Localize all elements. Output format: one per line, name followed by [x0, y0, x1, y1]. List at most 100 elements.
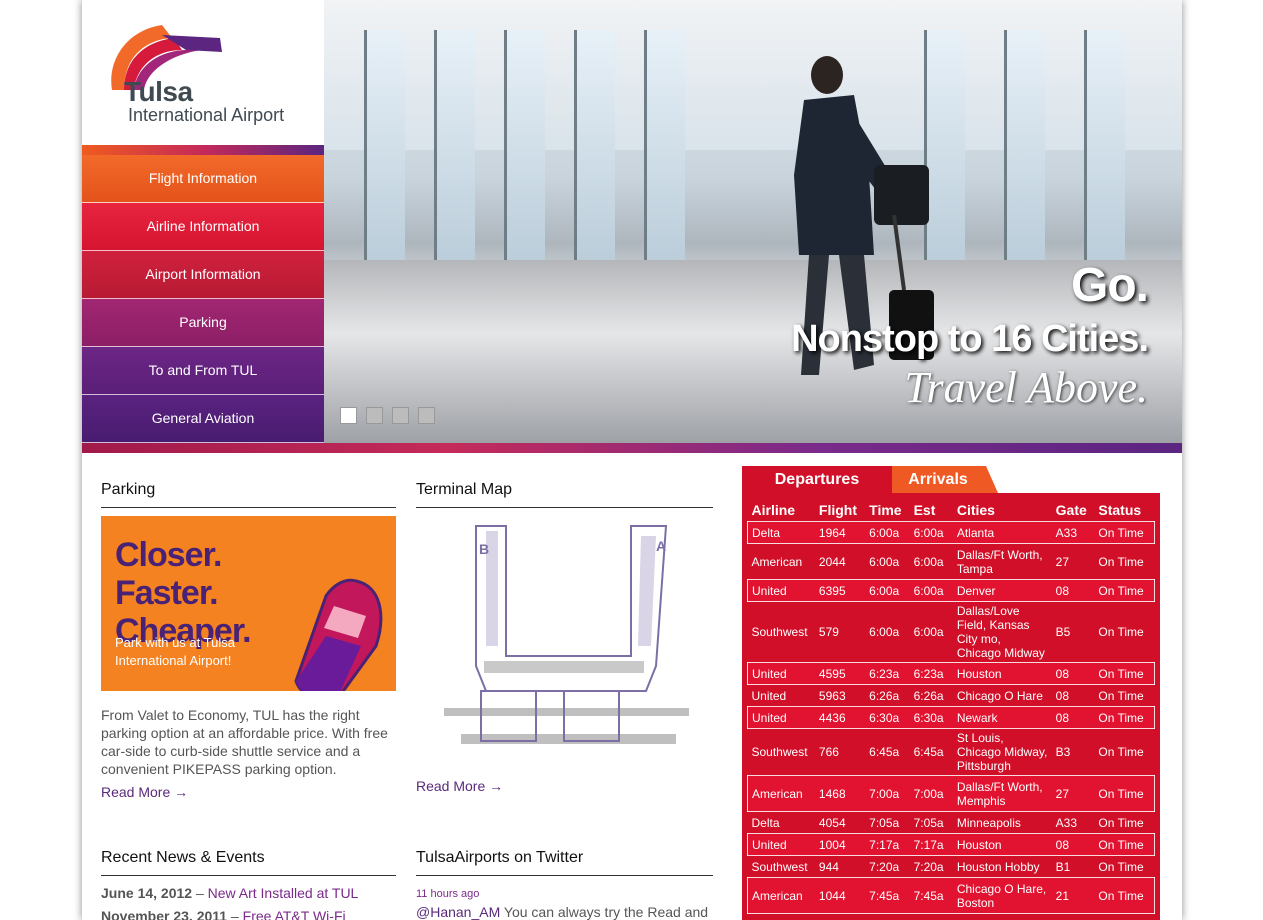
nav-flight-information[interactable]: Flight Information [82, 155, 324, 203]
cell-status: On Time [1094, 775, 1156, 812]
cell-airline: United [746, 833, 815, 856]
cell-status: On Time [1098, 554, 1144, 569]
nav-airline-information[interactable]: Airline Information [82, 203, 324, 251]
twitter-title: TulsaAirports on Twitter [416, 849, 713, 876]
cell-time: 7:17a [865, 833, 910, 856]
slide-dot-1[interactable] [340, 407, 357, 424]
cell-gate: 27 [1051, 775, 1095, 812]
cell-airline: American [746, 877, 815, 914]
flight-board-body: Airline Flight Time Est Cities Gate Stat… [742, 493, 1160, 920]
cell-gate: B3 [1055, 745, 1071, 759]
news-item: June 14, 2012 – New Art Installed at TUL [101, 884, 401, 902]
hero-window [644, 30, 685, 270]
news-date: June 14, 2012 [101, 885, 193, 901]
flight-row: Delta 1964 6:00a 6:00a Atlanta A33 On Time [746, 521, 1156, 544]
cell-est: 6:45a [913, 745, 944, 759]
logo[interactable]: Tulsa International Airport [82, 0, 324, 145]
parking-ad-headline: Closer. Faster. Cheaper. [115, 536, 252, 650]
cell-gate: B1 [1055, 859, 1071, 874]
cell-flight: 4436 [814, 706, 866, 729]
cell-est: 7:05a [913, 815, 944, 830]
hero-window [1004, 30, 1045, 270]
cell-airline: American [746, 775, 815, 812]
flight-board: Airline Flight Time Est Cities Gate Stat… [742, 466, 1160, 920]
hero-window [364, 30, 405, 270]
cell-flight: 766 [818, 745, 839, 759]
tab-arrivals[interactable]: Arrivals [878, 466, 998, 493]
cell-est: 7:17a [909, 833, 953, 856]
cell-time: 6:30a [865, 706, 910, 729]
cell-gate: 08 [1055, 688, 1069, 703]
cell-status: On Time [1098, 859, 1144, 874]
cell-time: 7:05a [869, 815, 900, 830]
hero-window [504, 30, 545, 270]
tab-departures[interactable]: Departures [742, 466, 892, 493]
cell-flight: 5963 [818, 688, 846, 703]
terminal-read-more-link[interactable]: Read More → [416, 778, 503, 794]
cell-time: 6:23a [865, 662, 910, 685]
cell-airline: United [746, 579, 815, 602]
flight-row: Southwest 766 6:45a 6:45a St Louis, Chicago … [748, 729, 1155, 776]
hero-window [1084, 30, 1125, 270]
cell-flight: 1468 [814, 775, 866, 812]
cell-cities: Chicago O Hare, Boston [952, 877, 1052, 914]
news-link[interactable]: Free AT&T Wi-Fi [243, 908, 346, 920]
col-flight: Flight [818, 502, 858, 518]
nav-to-and-from-tul[interactable]: To and From TUL [82, 347, 324, 395]
flight-row: Southwest 944 7:20a 7:20a Houston Hobby B1 On … [748, 856, 1155, 878]
cell-cities: Houston [952, 833, 1052, 856]
nav-airport-information[interactable]: Airport Information [82, 251, 324, 299]
cell-est: 6:00a [909, 579, 953, 602]
nav-parking[interactable]: Parking [82, 299, 324, 347]
tweet-handle-link[interactable]: @Hanan_AM [416, 904, 500, 920]
hero-window [574, 30, 615, 270]
cell-cities: Dallas/Ft Worth, Memphis [952, 775, 1052, 812]
hero-tagline: Travel Above. [904, 363, 1148, 412]
cell-cities: St Louis, Chicago Midway, Pittsburgh [956, 731, 1048, 773]
parking-read-more-link[interactable]: Read More → [101, 784, 188, 800]
flight-row: United 6395 6:00a 6:00a Denver 08 On Time [746, 579, 1156, 602]
cell-cities: Chicago O Hare [956, 688, 1043, 703]
cell-est: 7:00a [909, 775, 953, 812]
cell-gate: 08 [1051, 706, 1095, 729]
cell-flight: 4054 [818, 815, 846, 830]
col-est: Est [913, 502, 936, 518]
tweet-time[interactable]: 11 hours ago [416, 888, 479, 900]
cell-flight: 1004 [814, 833, 866, 856]
cell-cities: Houston [952, 662, 1052, 685]
news-title: Recent News & Events [101, 849, 396, 876]
slideshow-pager [340, 407, 444, 429]
parking-ad-subtext: Park with us at Tulsa International Airp… [115, 635, 235, 668]
cell-airline: United [746, 662, 815, 685]
cell-est: 6:00a [909, 521, 953, 544]
header-bottom-band [82, 443, 1182, 453]
cell-gate: 21 [1051, 877, 1095, 914]
cell-est: 6:23a [909, 662, 953, 685]
nav-general-aviation[interactable]: General Aviation [82, 395, 324, 443]
cell-status: On Time [1098, 625, 1144, 639]
cell-cities: Denver [952, 579, 1052, 602]
cell-cities: Dallas/Ft Worth, Tampa [956, 547, 1043, 576]
flight-row: United 4595 6:23a 6:23a Houston 08 On Time [746, 662, 1156, 685]
slide-dot-2[interactable] [366, 407, 383, 424]
slide-dot-3[interactable] [392, 407, 409, 424]
news-link[interactable]: New Art Installed at TUL [208, 885, 359, 901]
news-date: November 23, 2011 [101, 908, 228, 920]
cell-airline: United [751, 688, 787, 703]
news-item: November 23, 2011 – Free AT&T Wi-Fi [101, 907, 401, 920]
cell-est: 6:00a [913, 554, 944, 569]
parking-ad-banner[interactable]: Closer. Faster. Cheaper. Park with us at… [101, 516, 396, 691]
cell-time: 7:45a [865, 877, 910, 914]
parking-description: From Valet to Economy, TUL has the right… [101, 707, 388, 777]
cell-airline: Southwest [751, 745, 808, 759]
slide-dot-4[interactable] [418, 407, 435, 424]
cell-time: 6:00a [869, 554, 900, 569]
cell-cities: Newark [952, 706, 1052, 729]
cell-airline: American [751, 554, 803, 569]
flight-rows: Delta 1964 6:00a 6:00a Atlanta A33 On Time Amer… [746, 521, 1156, 914]
terminal-map-image[interactable]: B A [416, 516, 713, 766]
svg-text:B: B [479, 541, 489, 557]
table-header-row: Airline Flight Time Est Cities Gate Stat… [748, 498, 1155, 522]
cell-status: On Time [1094, 877, 1156, 914]
terminal-map-diagram-icon: B A [444, 525, 689, 744]
